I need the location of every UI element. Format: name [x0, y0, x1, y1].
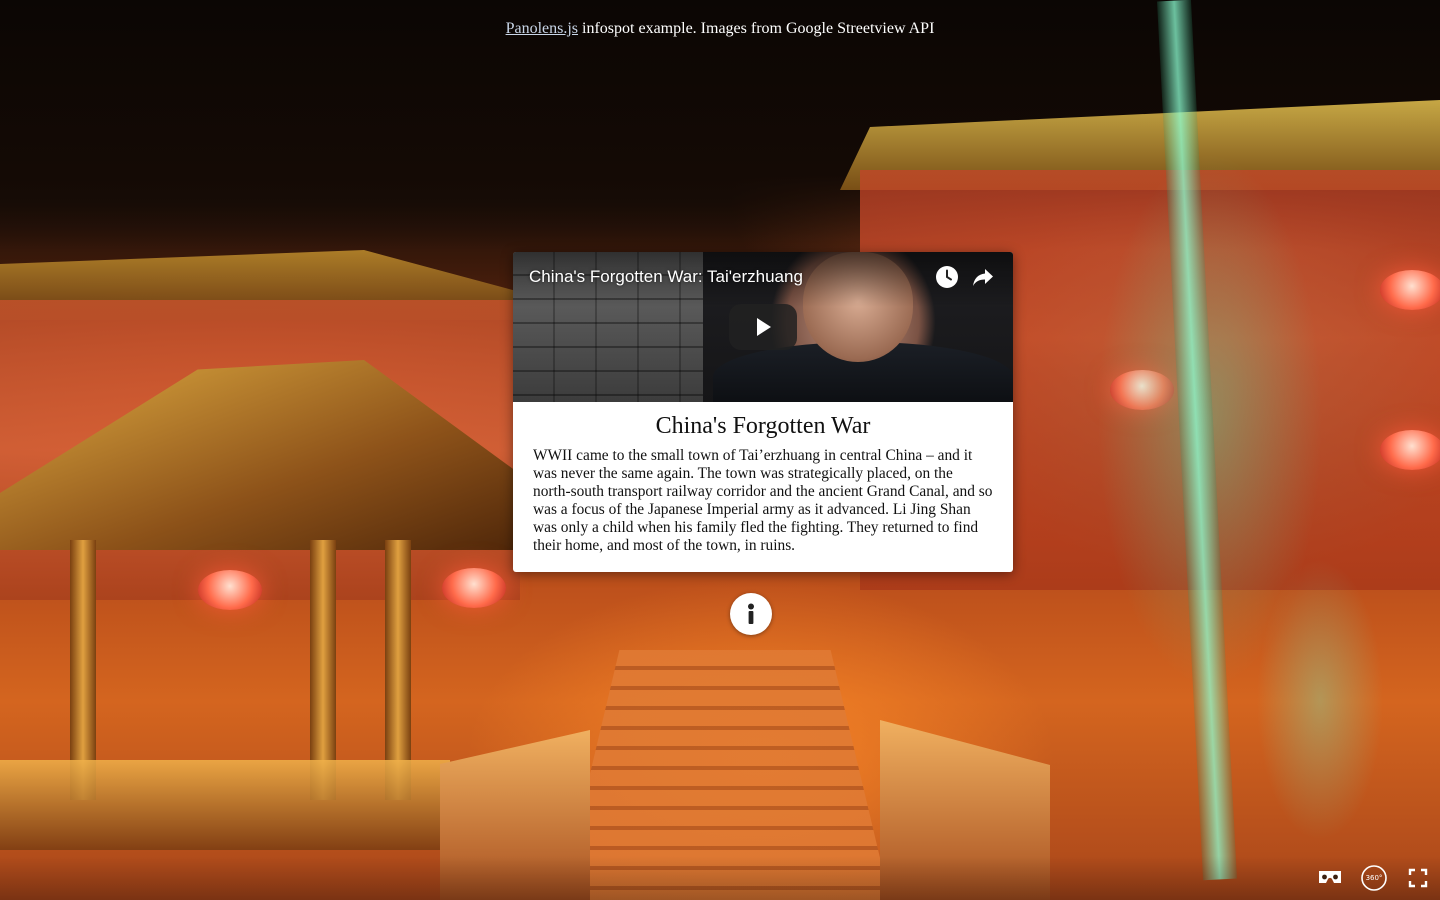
youtube-video-embed[interactable]: China's Forgotten War: Tai'erzhuang [513, 252, 1013, 402]
clock-icon[interactable] [934, 264, 960, 290]
info-hotspot[interactable] [730, 593, 772, 635]
caption-text: infospot example. Images from Google Str… [578, 20, 935, 37]
control-bar: 360° [0, 856, 1440, 900]
share-icon[interactable] [970, 264, 996, 290]
fullscreen-icon[interactable] [1404, 864, 1432, 892]
red-lantern [442, 568, 506, 608]
card-title: China's Forgotten War [655, 413, 871, 439]
red-lantern [198, 570, 262, 610]
card-body: China's Forgotten War WWII came to the s… [513, 411, 1013, 555]
cardboard-vr-icon[interactable] [1316, 864, 1344, 892]
info-icon [748, 603, 754, 624]
mode-360-button[interactable]: 360° [1360, 864, 1388, 892]
video-title[interactable]: China's Forgotten War: Tai'erzhuang [529, 266, 803, 288]
infospot-card: China's Forgotten War: Tai'erzhuang Chin… [513, 252, 1013, 572]
pavilion-floor [0, 760, 450, 850]
mode-360-label: 360° [1365, 874, 1383, 882]
page-caption: Panolens.js infospot example. Images fro… [0, 19, 1440, 39]
play-button[interactable] [729, 304, 797, 350]
play-icon [757, 318, 771, 336]
panolens-link[interactable]: Panolens.js [506, 20, 578, 37]
card-description: WWII came to the small town of Tai’erzhu… [533, 447, 993, 554]
